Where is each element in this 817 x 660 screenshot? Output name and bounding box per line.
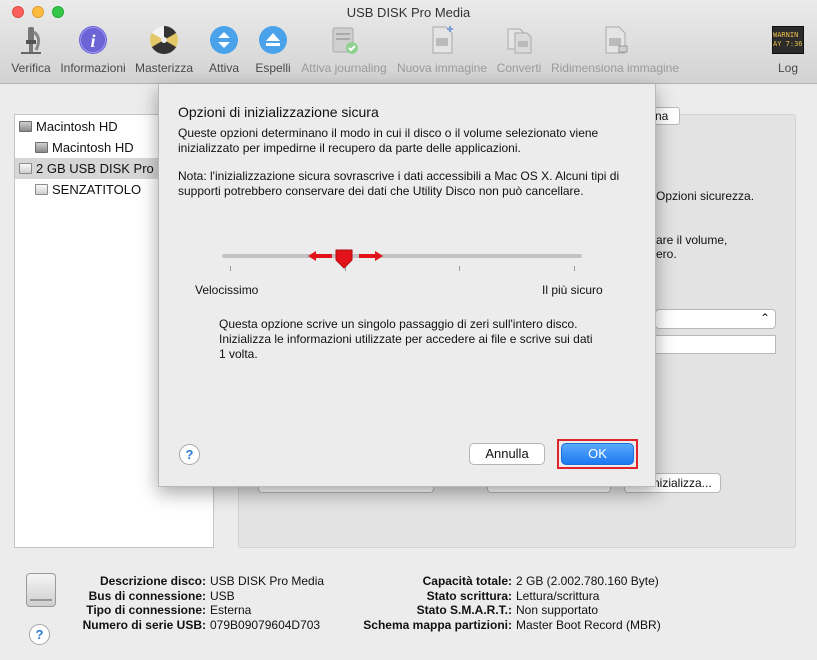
toolbar-label: Attiva journaling [301,61,387,75]
option-description: Questa opzione scrive un singolo passagg… [219,317,593,361]
titlebar: USB DISK Pro Media Verifica i Informazio… [0,0,817,84]
info-value: Lettura/scrittura [516,588,600,603]
resize-image-icon [605,26,628,54]
info-icon: i [79,26,107,54]
info-button[interactable]: i Informazioni [58,24,128,80]
disk-info-left: Descrizione disco: USB DISK Pro Media Bus… [60,574,324,632]
toolbar-label: Ridimensiona immagine [550,61,680,75]
slider-tick [459,266,461,271]
sidebar-item-label: 2 GB USB DISK Pro [36,161,154,176]
panel-text: Opzioni sicurezza. [656,189,755,203]
usb-disk-icon [19,163,32,174]
usb-disk-icon [26,573,56,607]
secure-erase-options-sheet: Opzioni di inizializzazione sicura Quest… [158,84,656,487]
info-label: Tipo di connessione: [86,603,206,617]
info-label: Stato S.M.A.R.T.: [416,603,512,617]
slider-min-label: Velocissimo [195,283,259,297]
ok-button[interactable]: OK [561,443,634,465]
info-label: Descrizione disco: [99,574,206,588]
toolbar-label: Nuova immagine [396,61,488,75]
help-button[interactable]: ? [179,444,200,465]
chevron-updown-icon: ⌃ [759,311,770,325]
help-button[interactable]: ? [29,624,50,645]
hard-disk-icon [19,121,32,132]
resize-image-button[interactable]: Ridimensiona immagine [548,24,682,80]
verify-button[interactable]: Verifica [8,24,54,80]
sheet-intro: Queste opzioni determinano il modo in cu… [178,126,599,155]
slider-tick [574,266,575,271]
info-value: USB DISK Pro Media [210,574,325,588]
info-value: 079B09079604D703 [210,617,321,632]
toolbar-label: Espelli [255,61,291,75]
disk-utility-window: USB DISK Pro Media Verifica i Informazio… [0,0,817,660]
log-icon-line: AY 7:36 [773,40,803,48]
toolbar-label: Converti [496,61,542,75]
left-arrow-icon [308,251,332,261]
toolbar-label: Informazioni [60,61,126,75]
toolbar-label: Attiva [208,61,239,75]
burn-icon [150,26,178,54]
log-icon-line: WARNIN [773,31,799,39]
journaling-button[interactable]: Attiva journaling [298,24,390,80]
info-value: Non supportato [516,603,599,617]
slider-track[interactable] [222,254,582,258]
new-image-button[interactable]: Nuova immagine [396,24,488,80]
toolbar-label: Log [777,61,799,75]
slider-tick [230,266,231,271]
disk-info-right: Capacità totale: 2 GB (2.002.780.160 Byte… [346,574,661,632]
convert-button[interactable]: Converti [494,24,544,80]
toolbar-label: Masterizza [134,61,193,75]
eject-icon [259,26,287,54]
journaling-icon [332,27,358,54]
info-value: 2 GB (2.002.780.160 Byte) [516,574,659,588]
log-icon: WARNIN AY 7:36 [772,26,804,54]
info-value: Esterna [210,603,252,617]
window-title: USB DISK Pro Media [346,5,471,20]
info-value: Master Boot Record (MBR) [516,617,661,632]
info-label: Capacità totale: [422,574,512,588]
sidebar-item-label: Macintosh HD [36,119,118,134]
info-label: Schema mappa partizioni: [363,617,512,632]
svg-text:i: i [90,31,95,51]
info-label: Numero di serie USB: [82,617,206,632]
info-label: Stato scrittura: [426,588,512,603]
name-field[interactable] [655,335,776,354]
info-value: USB [210,588,235,603]
mount-icon [210,26,238,54]
new-image-icon [432,26,453,54]
sidebar-item-label: Macintosh HD [52,140,134,155]
cancel-button[interactable]: Annulla [469,443,545,465]
sidebar-item-label: SENZATITOLO [52,182,142,197]
burn-button[interactable]: Masterizza [134,24,194,80]
panel-text: are il volume, [656,233,728,247]
usb-volume-icon [35,184,48,195]
slider-max-label: Il più sicuro [542,283,603,297]
mount-button[interactable]: Attiva [204,24,244,80]
panel-text: ero. [656,247,677,261]
eject-button[interactable]: Espelli [252,24,294,80]
hard-disk-icon [35,142,48,153]
log-button[interactable]: WARNIN AY 7:36 Log [768,24,808,80]
microscope-icon [21,27,41,54]
right-arrow-icon [359,251,383,261]
tab-partition[interactable]: na [652,107,680,125]
format-select[interactable]: ⌃ [655,309,776,329]
slider-thumb[interactable] [334,248,354,270]
sheet-title: Opzioni di inizializzazione sicura [178,104,379,120]
toolbar-label: Verifica [11,61,51,75]
info-label: Bus di connessione: [88,588,206,603]
convert-icon [507,28,532,54]
sheet-note: Nota: l'inizializzazione sicura sovrascr… [178,169,620,198]
